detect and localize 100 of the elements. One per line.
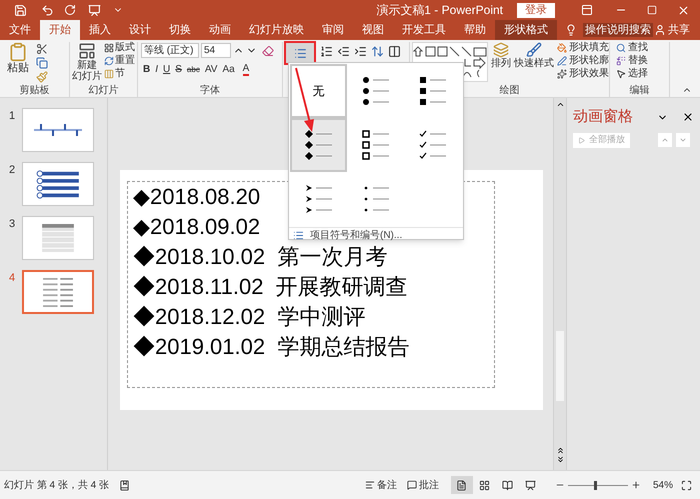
notes-button[interactable]: 备注 — [364, 478, 397, 492]
slide-thumbnail-drawing — [36, 170, 80, 198]
ribbon-tab[interactable]: 切换 — [160, 20, 200, 40]
slide-thumbnail-drawing — [32, 122, 84, 138]
font-name-field[interactable]: 等线 (正文) — [141, 43, 199, 58]
normal-view-button[interactable] — [450, 476, 473, 494]
square-bullets-icon — [419, 74, 448, 108]
bullet-option[interactable]: 无 — [290, 64, 348, 118]
bullet-option[interactable] — [290, 118, 348, 172]
comments-button[interactable]: 批注 — [406, 478, 439, 492]
shape-effects-button[interactable]: 形状效果 — [557, 68, 609, 80]
ribbon-tab[interactable]: 开始 — [40, 20, 80, 40]
replace-button[interactable]: 替换 — [616, 55, 663, 67]
slide-thumbnail[interactable] — [22, 216, 94, 260]
ribbon-tab[interactable]: 动画 — [200, 20, 240, 40]
vertical-scrollbar[interactable] — [553, 98, 567, 470]
slideshow-icon[interactable] — [88, 4, 101, 16]
line-spacing-icon[interactable] — [371, 45, 384, 58]
text-direction-icon[interactable] — [388, 45, 401, 58]
layout-button[interactable]: 版式 — [104, 42, 135, 54]
font-size-field[interactable]: 54 — [201, 43, 231, 58]
increase-indent-icon[interactable] — [354, 45, 367, 58]
slide-counter: 幻灯片 第 4 张，共 4 张 — [4, 478, 110, 492]
slide-thumbnail-drawing — [42, 224, 74, 252]
shape-outline-button[interactable]: 形状轮廓 — [557, 55, 609, 67]
format-button[interactable]: abc — [186, 64, 200, 76]
arrange-button[interactable]: 排列 — [491, 42, 511, 84]
ribbon-tab[interactable]: 开发工具 — [393, 20, 455, 40]
slide-thumbnail[interactable] — [22, 162, 94, 206]
diamond-bullets-icon — [304, 128, 333, 162]
ribbon-tab[interactable]: 形状格式 — [495, 20, 557, 40]
format-button[interactable]: I — [155, 62, 158, 77]
reset-button[interactable]: 重置 — [104, 55, 135, 67]
section-icon — [104, 69, 114, 79]
paint-bucket-icon — [557, 43, 567, 53]
find-button[interactable]: 查找 — [616, 42, 663, 54]
undo-icon[interactable] — [41, 4, 54, 16]
grid-icon — [479, 480, 490, 490]
slide-number: 4 — [8, 271, 16, 286]
format-button[interactable]: AV — [204, 62, 218, 77]
slide-thumbnail[interactable] — [22, 270, 94, 314]
fit-to-window-icon[interactable] — [681, 480, 692, 490]
new-slide-button[interactable]: 新建 幻灯片 — [72, 42, 102, 84]
group-label: 字体 — [200, 84, 220, 97]
section-button[interactable]: 节 — [104, 68, 135, 80]
ribbon-tab[interactable]: 设计 — [120, 20, 160, 40]
search-icon — [616, 43, 626, 53]
notes-icon — [364, 480, 375, 490]
layout-icon — [104, 43, 114, 53]
list-icon — [293, 230, 304, 241]
ribbon-tab[interactable]: 文件 — [0, 20, 40, 40]
bullet-line: ◆2018.09.02 — [133, 214, 260, 240]
ribbon-tab[interactable]: 插入 — [80, 20, 120, 40]
format-button[interactable]: B — [143, 62, 150, 77]
bullets-numbering-item[interactable]: 项目符号和编号(N)... — [310, 228, 402, 243]
bullet-line: ◆2018.11.02 开展教研调查 — [133, 274, 408, 300]
format-button[interactable]: Aa — [222, 62, 235, 77]
slide-number: 3 — [8, 217, 16, 232]
lightbulb-icon[interactable] — [565, 24, 577, 36]
ribbon-tab[interactable]: 幻灯片放映 — [240, 20, 313, 40]
decrease-indent-icon[interactable] — [337, 45, 350, 58]
copy-icon[interactable] — [36, 57, 48, 69]
cut-icon[interactable] — [36, 43, 48, 55]
ribbon-tab[interactable]: 审阅 — [313, 20, 353, 40]
zoom-in-icon[interactable] — [630, 480, 641, 490]
hollow-square-bullets-icon — [362, 128, 390, 162]
clear-format-icon[interactable] — [262, 44, 274, 56]
shape-fill-button[interactable]: 形状填充 — [557, 42, 609, 54]
select-button[interactable]: 选择 — [616, 68, 663, 80]
group-label: 编辑 — [630, 84, 650, 97]
numbering-icon[interactable] — [320, 45, 333, 58]
close-icon[interactable] — [682, 111, 694, 124]
pen-icon — [557, 56, 567, 66]
group-label: 幻灯片 — [88, 84, 118, 97]
redo-icon[interactable] — [64, 4, 76, 16]
share-icon[interactable] — [654, 24, 666, 36]
ribbon-display-icon[interactable] — [581, 4, 593, 16]
paste-button[interactable]: 粘贴 — [4, 42, 32, 84]
clipboard-icon — [8, 42, 28, 62]
ribbon-tab[interactable]: 视图 — [353, 20, 393, 40]
save-icon[interactable] — [14, 4, 27, 16]
bullet-line: ◆2019.01.02 学期总结报告 — [133, 334, 410, 360]
font-color-button[interactable]: A — [242, 63, 250, 76]
format-button[interactable]: S — [175, 62, 182, 77]
share-button[interactable]: 共享 — [668, 20, 690, 40]
login-button[interactable]: 登录 — [517, 2, 555, 18]
book-icon — [502, 480, 514, 490]
maximize-icon[interactable] — [647, 5, 657, 15]
zoom-slider-thumb[interactable] — [594, 480, 597, 490]
zoom-level[interactable]: 54% — [652, 478, 673, 492]
tell-me-search[interactable]: 操作说明搜索 — [583, 23, 653, 37]
window-title: 演示文稿1 - PowerPoint — [376, 2, 503, 19]
sparkles-icon — [557, 69, 567, 79]
presentation-icon — [525, 480, 536, 490]
ribbon-tab[interactable]: 帮助 — [455, 20, 495, 40]
group-label: 剪贴板 — [20, 84, 50, 97]
quick-styles-button[interactable]: 快速样式 — [514, 42, 554, 84]
normal-view-icon — [456, 480, 468, 490]
format-button[interactable]: U — [163, 62, 170, 77]
slide-thumbnail[interactable] — [22, 108, 94, 152]
